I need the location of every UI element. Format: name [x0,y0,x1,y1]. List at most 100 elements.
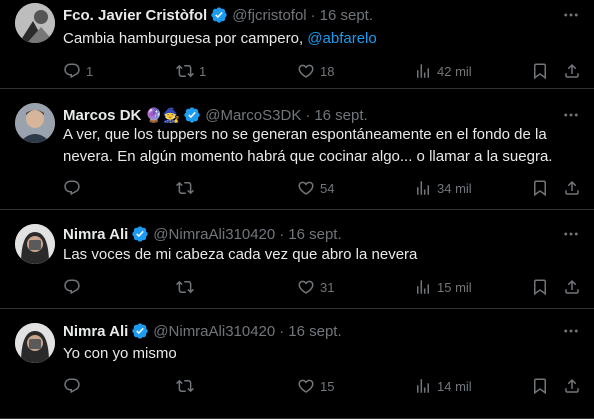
tweet-text-line: Cambia hamburguesa por campero, [63,30,308,47]
share-button[interactable] [563,277,581,297]
share-icon [563,179,581,197]
bookmark-icon [531,278,549,296]
author-handle[interactable]: @NimraAli310420 [153,323,275,340]
tweet[interactable]: Nimra Ali @NimraAli310420 · 16 sept. Las… [0,210,594,309]
retweet-button[interactable] [176,376,194,396]
views-count: 14 mil [437,378,472,394]
views-button[interactable]: 14 mil [414,376,472,396]
mention-link[interactable]: @abfarelo [307,30,376,47]
retweet-button[interactable] [176,178,194,198]
share-icon [563,278,581,296]
tweet-text-line: Yo con yo mismo [63,345,177,362]
more-options-icon[interactable] [562,106,580,124]
author-handle[interactable]: @NimraAli310420 [153,226,275,243]
bookmark-icon [531,62,549,80]
tweet-header: Nimra Ali @NimraAli310420 · 16 sept. [63,224,342,244]
tweet-date[interactable]: 16 sept. [288,226,341,243]
tweet-actions: 54 34 mil [63,178,583,198]
verified-badge-icon [210,6,228,24]
retweet-button[interactable]: 1 [176,61,206,81]
tweet-text-line: Las voces de mi cabeza cada vez que abro… [63,246,418,263]
separator-dot: · [310,6,316,24]
reply-icon [63,179,81,197]
like-count: 31 [320,279,335,295]
retweet-count: 1 [199,63,207,79]
like-count: 15 [320,378,335,394]
tweet-header: Marcos DK 🔮🧙 @MarcoS3DK · 16 sept. [63,105,368,125]
reply-count: 1 [86,63,94,79]
like-button[interactable]: 31 [297,277,334,297]
author-name[interactable]: Marcos DK [63,107,141,124]
tweet-actions: 1 1 18 42 mil [63,61,583,81]
bookmark-button[interactable] [531,178,549,198]
views-count: 42 mil [437,63,472,79]
views-icon [414,278,432,296]
tweet-text: A ver, que los tuppers no se generan esp… [63,124,578,168]
tweet[interactable]: Nimra Ali @NimraAli310420 · 16 sept. Yo … [0,309,594,419]
author-name[interactable]: Nimra Ali [63,323,128,340]
tweet-text: Las voces de mi cabeza cada vez que abro… [63,244,578,266]
reply-icon [63,278,81,296]
avatar[interactable] [15,103,55,143]
separator-dot: · [279,322,285,340]
verified-badge-icon [131,322,149,340]
tweet[interactable]: Marcos DK 🔮🧙 @MarcoS3DK · 16 sept. A ver… [0,89,594,210]
tweet-text: Yo con yo mismo [63,343,578,365]
views-button[interactable]: 15 mil [414,277,472,297]
bookmark-icon [531,179,549,197]
tweet-date[interactable]: 16 sept. [314,107,367,124]
retweet-icon [176,278,194,296]
separator-dot: · [279,225,285,243]
retweet-icon [176,62,194,80]
bookmark-button[interactable] [531,376,549,396]
like-icon [297,179,315,197]
views-count: 15 mil [437,279,472,295]
like-button[interactable]: 18 [297,61,334,81]
like-icon [297,278,315,296]
retweet-icon [176,377,194,395]
reply-button[interactable] [63,376,81,396]
bookmark-button[interactable] [531,277,549,297]
share-icon [563,62,581,80]
views-icon [414,377,432,395]
bookmark-button[interactable] [531,61,549,81]
tweet-text-line: A ver, que los tuppers no se generan esp… [63,126,547,143]
reply-button[interactable] [63,277,81,297]
tweet[interactable]: Fco. Javier Cristòfol @fjcristofol · 16 … [0,0,594,89]
author-name[interactable]: Fco. Javier Cristòfol [63,7,207,24]
author-handle[interactable]: @MarcoS3DK [205,107,301,124]
tweet-date[interactable]: 16 sept. [320,7,373,24]
reply-button[interactable]: 1 [63,61,93,81]
tweet-header: Nimra Ali @NimraAli310420 · 16 sept. [63,321,342,341]
views-button[interactable]: 34 mil [414,178,472,198]
tweet-actions: 31 15 mil [63,277,583,297]
verified-badge-icon [131,225,149,243]
avatar[interactable] [15,323,55,363]
share-button[interactable] [563,376,581,396]
tweet-text: Cambia hamburguesa por campero, @abfarel… [63,28,578,50]
share-icon [563,377,581,395]
more-options-icon[interactable] [562,6,580,24]
tweet-date[interactable]: 16 sept. [288,323,341,340]
author-name[interactable]: Nimra Ali [63,226,128,243]
share-button[interactable] [563,178,581,198]
views-icon [414,179,432,197]
views-button[interactable]: 42 mil [414,61,472,81]
more-options-icon[interactable] [562,225,580,243]
avatar[interactable] [15,3,55,43]
avatar[interactable] [15,224,55,264]
retweet-icon [176,179,194,197]
like-count: 18 [320,63,335,79]
like-button[interactable]: 15 [297,376,334,396]
like-count: 54 [320,180,335,196]
like-button[interactable]: 54 [297,178,334,198]
verified-badge-icon [183,106,201,124]
more-options-icon[interactable] [562,322,580,340]
retweet-button[interactable] [176,277,194,297]
share-button[interactable] [563,61,581,81]
reply-button[interactable] [63,178,81,198]
author-handle[interactable]: @fjcristofol [232,7,306,24]
like-icon [297,377,315,395]
tweet-header: Fco. Javier Cristòfol @fjcristofol · 16 … [63,5,373,25]
separator-dot: · [305,106,311,124]
